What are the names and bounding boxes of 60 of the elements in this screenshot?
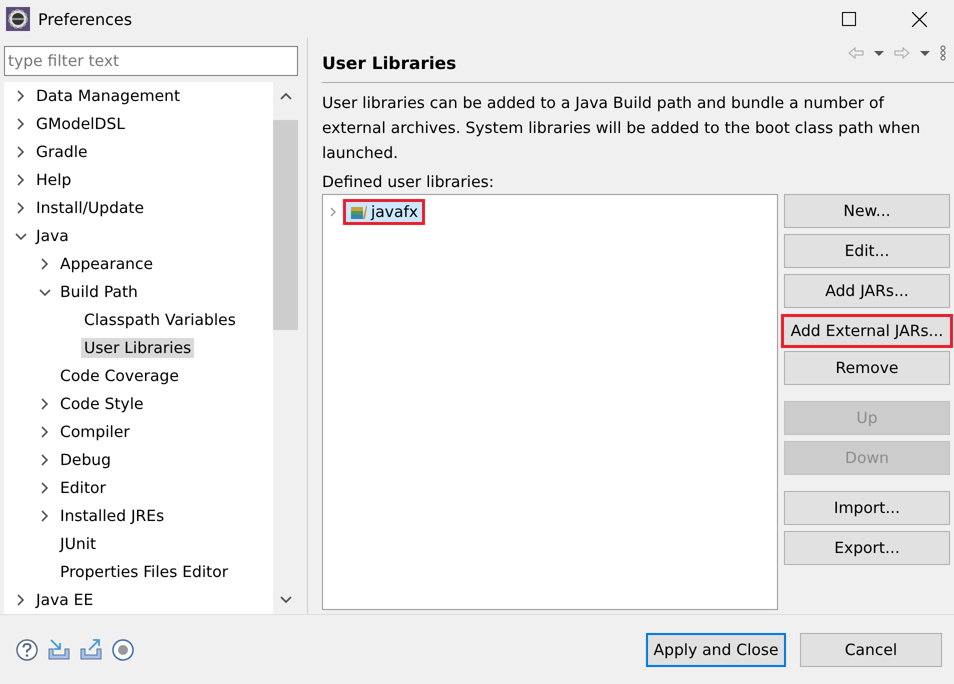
library-list[interactable]: javafx <box>322 194 778 610</box>
chevron-right-icon[interactable] <box>15 173 27 187</box>
tree-item[interactable]: Compiler <box>57 422 133 442</box>
scroll-up-icon <box>280 92 292 100</box>
dropdown-icon[interactable] <box>874 50 884 56</box>
chevron-right-icon[interactable] <box>15 145 27 159</box>
window-title: Preferences <box>38 10 134 28</box>
tree-item[interactable]: Appearance <box>57 254 156 274</box>
import-icon[interactable] <box>48 639 70 661</box>
tree-item[interactable]: Code Style <box>57 394 147 414</box>
tree-item[interactable]: Gradle <box>33 142 91 162</box>
help-icon[interactable] <box>16 639 38 661</box>
tree-item[interactable]: Data Management <box>33 86 184 106</box>
tree-item[interactable]: Java <box>33 226 72 246</box>
action-button[interactable]: New... <box>784 194 950 228</box>
action-button[interactable]: Add JARs... <box>784 274 950 308</box>
dropdown-icon[interactable] <box>920 50 930 56</box>
tree-item[interactable]: Properties Files Editor <box>57 562 232 582</box>
chevron-right-icon[interactable] <box>39 481 51 495</box>
action-button[interactable]: Import... <box>784 491 950 525</box>
scroll-down-icon <box>280 596 292 604</box>
chevron-right-icon[interactable] <box>39 397 51 411</box>
tree-item[interactable]: Classpath Variables <box>81 310 239 330</box>
tree-item[interactable]: Help <box>33 170 74 190</box>
action-button[interactable]: Add External JARs... <box>781 314 953 348</box>
dialog-button[interactable]: Cancel <box>800 633 942 667</box>
chevron-right-icon[interactable] <box>15 593 27 607</box>
maximize-icon <box>842 12 856 26</box>
filter-field[interactable]: type filter text <box>4 46 298 76</box>
tree-item[interactable]: Debug <box>57 450 114 470</box>
page-title: User Libraries <box>322 54 458 74</box>
tree-item[interactable]: User Libraries <box>81 338 194 358</box>
chevron-right-icon[interactable] <box>39 257 51 271</box>
chevron-right-icon[interactable] <box>15 117 27 131</box>
tree-item[interactable]: Build Path <box>57 282 141 302</box>
action-button[interactable]: Edit... <box>784 234 950 268</box>
close-icon <box>912 12 926 26</box>
action-button[interactable]: Remove <box>784 351 950 385</box>
tree-item[interactable]: Editor <box>57 478 109 498</box>
books-icon <box>350 204 368 220</box>
tree-item[interactable]: Install/Update <box>33 198 148 218</box>
record-icon[interactable] <box>112 639 134 661</box>
chevron-right-icon[interactable] <box>15 89 27 103</box>
menu-icon[interactable] <box>940 45 946 61</box>
chevron-right-icon[interactable] <box>15 201 27 215</box>
export-icon[interactable] <box>80 639 102 661</box>
tree-item[interactable]: Java EE <box>33 590 96 610</box>
library-item[interactable]: javafx <box>343 199 426 225</box>
tree-item[interactable]: GModelDSL <box>33 114 128 134</box>
action-button[interactable]: Export... <box>784 531 950 565</box>
app-icon <box>6 7 30 31</box>
chevron-right-icon[interactable] <box>39 453 51 467</box>
chevron-right-icon[interactable] <box>39 425 51 439</box>
list-label: Defined user libraries: <box>322 172 495 193</box>
tree-item[interactable]: Code Coverage <box>57 366 182 386</box>
tree-item[interactable]: JUnit <box>57 534 100 554</box>
description-text: User libraries can be added to a Java Build path and bundle a number of external archives. System libraries will be added to the boot class path when launched. <box>322 93 922 164</box>
tree-item[interactable]: Installed JREs <box>57 506 168 526</box>
dialog-button[interactable]: Apply and Close <box>646 633 786 667</box>
chevron-right-icon[interactable] <box>39 509 51 523</box>
